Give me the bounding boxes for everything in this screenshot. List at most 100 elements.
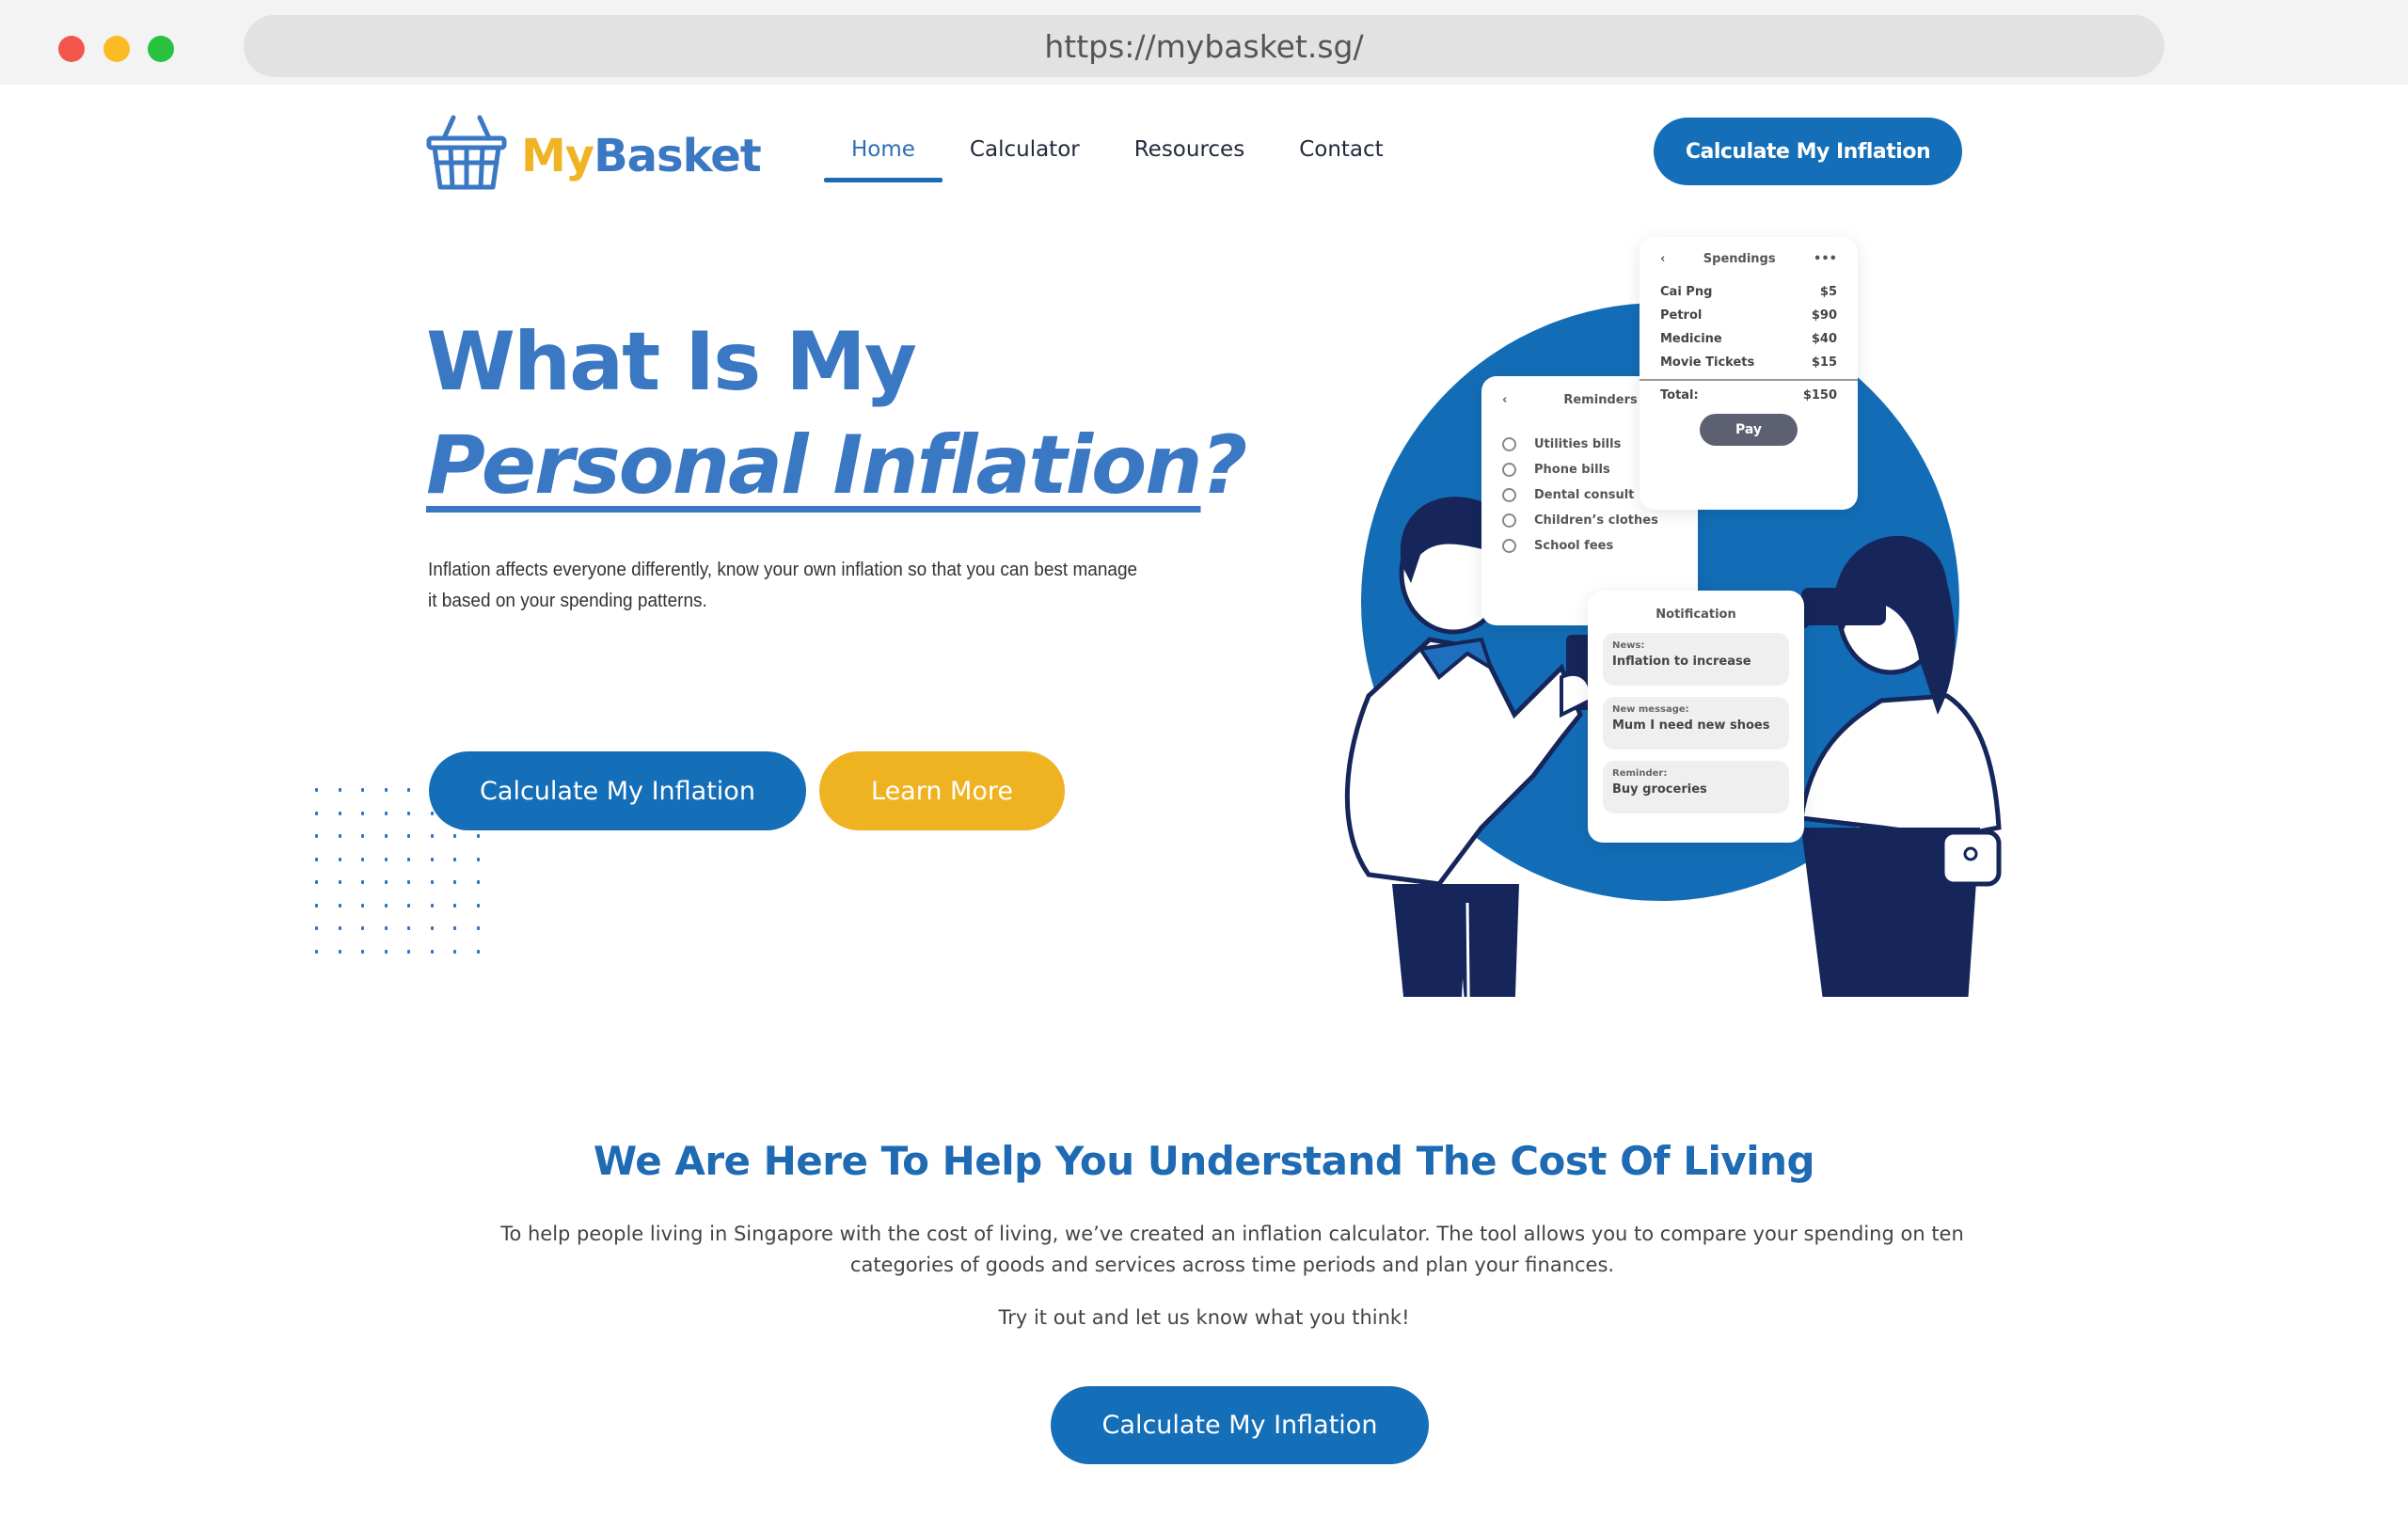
basket-icon [426, 115, 507, 190]
back-chevron-icon: ‹ [1502, 393, 1508, 407]
decorative-dot [315, 926, 318, 930]
decorative-dot [338, 788, 341, 792]
decorative-dot [430, 857, 434, 861]
address-bar[interactable]: https://mybasket.sg/ [244, 15, 2164, 77]
decorative-dot [384, 903, 388, 908]
decorative-dot [361, 788, 364, 792]
spending-row: Medicine $40 [1660, 332, 1837, 346]
radio-circle-icon [1502, 488, 1516, 502]
decorative-dot [315, 880, 318, 884]
decorative-dot [338, 811, 341, 815]
decorative-dot [453, 857, 456, 861]
decorative-dot [476, 949, 480, 954]
spending-row: Cai Png $5 [1660, 285, 1837, 299]
decorative-dot [476, 857, 480, 861]
decorative-dot [315, 834, 318, 838]
decorative-dot [453, 834, 456, 838]
decorative-dot [338, 926, 341, 930]
decorative-dot [453, 880, 456, 884]
back-chevron-icon: ‹ [1660, 252, 1666, 266]
decorative-dot [361, 926, 364, 930]
decorative-dot [315, 949, 318, 954]
spending-total: Total: $150 [1640, 379, 1858, 402]
decorative-dot [361, 949, 364, 954]
decorative-dot [338, 857, 341, 861]
reminder-item: Children’s clothes [1502, 508, 1677, 533]
maximize-window-icon[interactable] [148, 36, 174, 62]
main-nav: Home Calculator Resources Contact [824, 132, 1411, 182]
spending-row: Movie Tickets $15 [1660, 355, 1837, 370]
decorative-dot [384, 949, 388, 954]
radio-circle-icon [1502, 437, 1516, 451]
bottom-calculate-button[interactable]: Calculate My Inflation [1051, 1386, 1429, 1464]
decorative-dot [384, 857, 388, 861]
reminder-item: School fees [1502, 533, 1677, 559]
decorative-dot [430, 949, 434, 954]
decorative-dot [384, 926, 388, 930]
decorative-dot [361, 857, 364, 861]
pay-button: Pay [1700, 414, 1798, 446]
decorative-dot [407, 903, 410, 908]
about-paragraph: To help people living in Singapore with … [500, 1223, 1964, 1276]
nav-contact[interactable]: Contact [1272, 132, 1410, 182]
decorative-dot [453, 903, 456, 908]
decorative-dot [407, 788, 410, 792]
decorative-dot [384, 834, 388, 838]
decorative-dot [338, 834, 341, 838]
spendings-title: Spendings [1703, 252, 1776, 266]
decorative-dot [407, 857, 410, 861]
decorative-dot [361, 811, 364, 815]
hero-title-line2: Personal Inflation? [426, 418, 1247, 513]
decorative-dot [361, 880, 364, 884]
browser-chrome: https://mybasket.sg/ [0, 0, 2408, 85]
spending-row: Petrol $90 [1660, 308, 1837, 323]
decorative-dot [315, 811, 318, 815]
decorative-dot [338, 903, 341, 908]
radio-circle-icon [1502, 463, 1516, 477]
decorative-dot [453, 926, 456, 930]
notification-item: Reminder: Buy groceries [1603, 761, 1789, 813]
decorative-dot [476, 903, 480, 908]
nav-resources[interactable]: Resources [1107, 132, 1272, 182]
decorative-dot [407, 880, 410, 884]
decorative-dot [361, 903, 364, 908]
about-try-text: Try it out and let us know what you thin… [998, 1306, 1410, 1329]
decorative-dot [384, 880, 388, 884]
notification-card: Notification News: Inflation to increase… [1588, 591, 1804, 843]
decorative-dot [315, 788, 318, 792]
hero-title: What Is My Personal Inflation? [426, 310, 1247, 517]
notification-item: New message: Mum I need new shoes [1603, 697, 1789, 750]
hero-calculate-button[interactable]: Calculate My Inflation [429, 751, 806, 830]
decorative-dot [315, 903, 318, 908]
decorative-dot [407, 926, 410, 930]
decorative-dot [430, 811, 434, 815]
learn-more-button[interactable]: Learn More [819, 751, 1065, 830]
nav-calculator[interactable]: Calculator [943, 132, 1107, 182]
decorative-dot [476, 834, 480, 838]
decorative-dot [476, 926, 480, 930]
decorative-dot [338, 949, 341, 954]
decorative-dot [476, 880, 480, 884]
about-title: We Are Here To Help You Understand The C… [593, 1138, 1815, 1184]
nav-home[interactable]: Home [824, 132, 943, 182]
decorative-dot [338, 880, 341, 884]
logo-text: MyBasket [521, 130, 762, 182]
hero-description: Inflation affects everyone differently, … [428, 560, 1138, 611]
header-calculate-button[interactable]: Calculate My Inflation [1654, 118, 1962, 185]
decorative-dot [315, 857, 318, 861]
decorative-dot [453, 949, 456, 954]
spendings-card: ‹ Spendings ••• Cai Png $5 Petrol $90 Medi… [1640, 237, 1858, 510]
decorative-dot [361, 834, 364, 838]
decorative-dot [384, 788, 388, 792]
decorative-dot [430, 903, 434, 908]
close-window-icon[interactable] [58, 36, 85, 62]
decorative-dot [430, 880, 434, 884]
reminders-title: Reminders [1563, 393, 1638, 407]
decorative-dot [384, 811, 388, 815]
notification-title: Notification [1656, 608, 1736, 622]
hero-illustration: ‹ Spendings ••• Cai Png $5 Petrol $90 Medi… [1279, 226, 2032, 997]
decorative-dot [407, 949, 410, 954]
logo[interactable]: MyBasket [425, 113, 762, 192]
minimize-window-icon[interactable] [103, 36, 130, 62]
decorative-dot [407, 811, 410, 815]
